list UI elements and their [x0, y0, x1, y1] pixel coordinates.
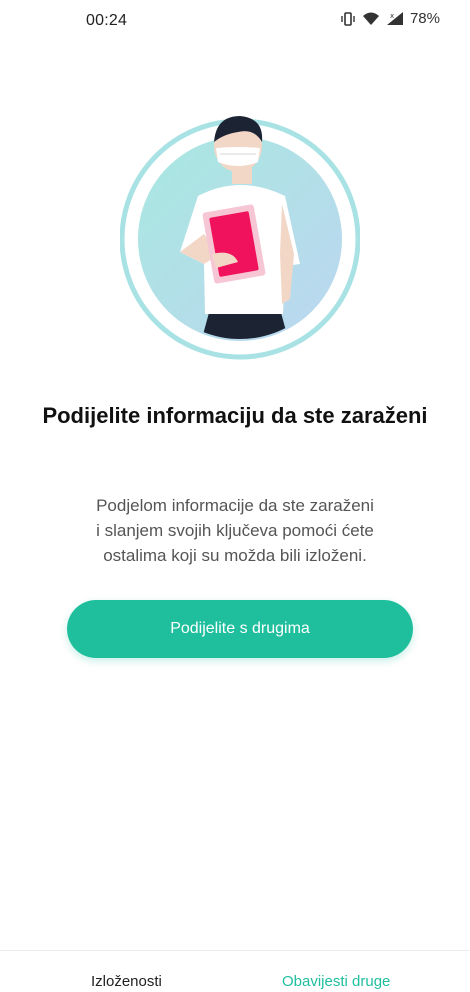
wifi-icon	[362, 12, 380, 26]
description-line: i slanjem svojih ključeva pomoći ćete	[96, 521, 374, 540]
nav-item-exposures[interactable]: Izloženosti	[91, 973, 162, 990]
description-text: Podjelom informacije da ste zaraženi i s…	[60, 493, 410, 568]
description-line: ostalima koji su možda bili izloženi.	[103, 546, 367, 565]
bottom-nav: Izloženosti Obavijesti druge	[0, 950, 470, 992]
nav-item-notify-others[interactable]: Obavijesti druge	[282, 973, 390, 990]
status-bar: 00:24 x 78%	[0, 0, 470, 44]
status-time: 00:24	[86, 12, 128, 29]
status-icons: x 78%	[340, 10, 440, 27]
share-with-others-button[interactable]: Podijelite s drugima	[67, 600, 413, 658]
page-title: Podijelite informaciju da ste zaraženi	[42, 403, 428, 428]
vibrate-icon	[340, 11, 356, 26]
signal-icon: x	[386, 11, 404, 26]
description-line: Podjelom informacije da ste zaraženi	[96, 496, 374, 515]
person-with-mask-illustration	[119, 104, 361, 364]
battery-percent: 78%	[409, 10, 440, 27]
svg-text:x: x	[390, 12, 394, 20]
